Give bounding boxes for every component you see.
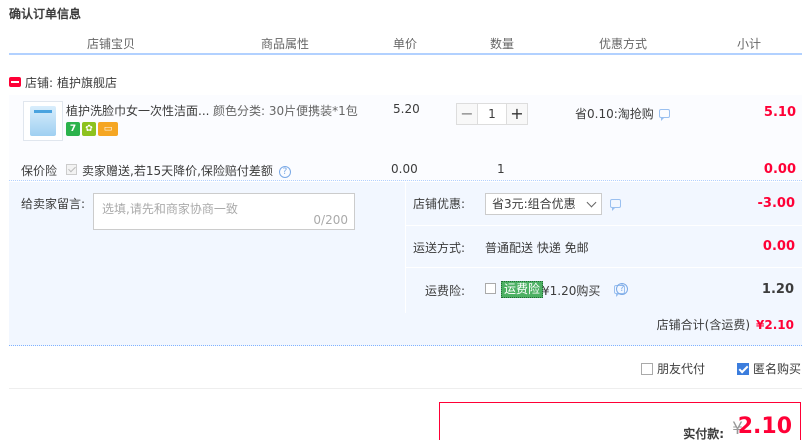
table-header: 店铺宝贝 商品属性 单价 数量 优惠方式 小计 bbox=[9, 33, 802, 55]
tmall-shop-icon bbox=[9, 76, 21, 88]
message-label: 给卖家留言: bbox=[21, 197, 86, 211]
friend-pay-option[interactable]: 朋友代付 bbox=[641, 360, 705, 377]
insurance-desc-text: 卖家赠送,若15天降价,保险赔付差额 bbox=[82, 164, 273, 178]
shipping-label: 运送方式: bbox=[413, 241, 466, 255]
col-header-qty: 数量 bbox=[490, 37, 515, 51]
discount-text: 省0.10:淘抢购 bbox=[575, 107, 654, 121]
guarantee-icon[interactable]: ✿ bbox=[82, 122, 96, 136]
freight-value: 1.20 bbox=[761, 282, 794, 297]
chevron-down-icon bbox=[586, 197, 597, 208]
coupon-info-icon[interactable] bbox=[610, 199, 621, 211]
item-discount: 省0.10:淘抢购 bbox=[575, 105, 670, 122]
col-header-attr: 商品属性 bbox=[261, 37, 310, 51]
freight-insurance-row: 运费险: bbox=[406, 268, 803, 313]
payment-amount: 2.10 bbox=[737, 414, 792, 439]
coupon-select[interactable]: 省3元:组合优惠 bbox=[485, 193, 602, 215]
anonymous-option[interactable]: 匿名购买 bbox=[737, 360, 801, 377]
service-badges: 7 ✿ ▭ bbox=[66, 122, 118, 136]
freight-tag: 运费险 bbox=[501, 281, 544, 298]
freight-checkbox[interactable] bbox=[485, 283, 496, 294]
col-header-price: 单价 bbox=[393, 37, 418, 51]
shop-discount-value: -3.00 bbox=[757, 196, 795, 211]
product-attributes: 颜色分类: 30片便携装*1包 bbox=[213, 104, 358, 118]
payment-label: 实付款: bbox=[683, 427, 724, 440]
insurance-description: 卖家赠送,若15天降价,保险赔付差额? bbox=[82, 162, 291, 179]
credit-card-icon[interactable]: ▭ bbox=[98, 122, 118, 136]
insurance-checkbox bbox=[66, 164, 77, 175]
freight-price-text: ¥1.20购买 bbox=[542, 284, 601, 298]
message-char-count: 0/200 bbox=[313, 213, 348, 227]
divider bbox=[9, 388, 802, 389]
shop-total: 店铺合计(含运费) ¥2.10 bbox=[657, 316, 794, 333]
freight-label: 运费险: bbox=[425, 284, 466, 298]
anonymous-label: 匿名购买 bbox=[753, 362, 802, 376]
item-subtotal: 5.10 bbox=[763, 105, 796, 120]
decrease-button[interactable]: − bbox=[456, 103, 478, 125]
insurance-qty: 1 bbox=[497, 162, 505, 176]
increase-button[interactable]: + bbox=[506, 103, 528, 125]
shop-name-link[interactable]: 植护旗舰店 bbox=[57, 74, 117, 91]
col-header-item: 店铺宝贝 bbox=[87, 37, 136, 51]
unit-price: 5.20 bbox=[393, 102, 420, 116]
insurance-total: 0.00 bbox=[763, 162, 796, 177]
quantity-stepper: − 1 + bbox=[456, 103, 528, 125]
insurance-label: 保价险 bbox=[21, 164, 58, 178]
coupon-select-value: 省3元:组合优惠 bbox=[492, 197, 576, 211]
discount-info-icon[interactable] bbox=[658, 109, 670, 121]
page-title: 确认订单信息 bbox=[9, 7, 82, 21]
shop-label: 店铺: bbox=[25, 75, 54, 90]
shop-total-label: 店铺合计(含运费) bbox=[656, 318, 751, 332]
seven-day-return-icon[interactable]: 7 bbox=[66, 122, 80, 136]
insurance-price: 0.00 bbox=[391, 162, 418, 176]
help-icon[interactable]: ? bbox=[278, 165, 291, 178]
col-header-discount: 优惠方式 bbox=[599, 37, 648, 51]
product-title-link[interactable]: 植护洗脸巾女一次性洁面... bbox=[66, 102, 209, 119]
shop-discount-row: 店铺优惠: 省3元:组合优惠 -3.00 bbox=[406, 182, 803, 226]
shop-summary: 店铺优惠: 省3元:组合优惠 -3.00 运送方式: 普通配送 快递 免邮 0.… bbox=[405, 182, 803, 313]
friend-pay-checkbox[interactable] bbox=[641, 362, 653, 375]
anonymous-checkbox[interactable] bbox=[737, 362, 749, 375]
shop-row: 店铺: 植护旗舰店 bbox=[9, 72, 117, 92]
message-placeholder: 选填,请先和商家协商一致 bbox=[102, 202, 238, 216]
col-header-subtotal: 小计 bbox=[737, 37, 762, 51]
payment-summary: 实付款: ¥ 2.10 bbox=[439, 402, 801, 440]
shipping-row: 运送方式: 普通配送 快递 免邮 0.00 bbox=[406, 226, 803, 268]
product-thumbnail[interactable] bbox=[23, 101, 63, 141]
shipping-method: 普通配送 快递 免邮 bbox=[485, 241, 589, 255]
shop-total-value: ¥2.10 bbox=[756, 318, 794, 332]
quantity-input[interactable]: 1 bbox=[478, 103, 506, 125]
shipping-value: 0.00 bbox=[762, 239, 795, 254]
friend-pay-label: 朋友代付 bbox=[657, 362, 706, 376]
freight-help-icon[interactable]: ? bbox=[616, 283, 628, 295]
seller-message-input[interactable]: 选填,请先和商家协商一致 0/200 bbox=[93, 193, 355, 230]
order-options: 给卖家留言: 选填,请先和商家协商一致 0/200 店铺优惠: 省3元:组合优惠… bbox=[9, 182, 803, 346]
shop-discount-label: 店铺优惠: bbox=[413, 197, 466, 211]
